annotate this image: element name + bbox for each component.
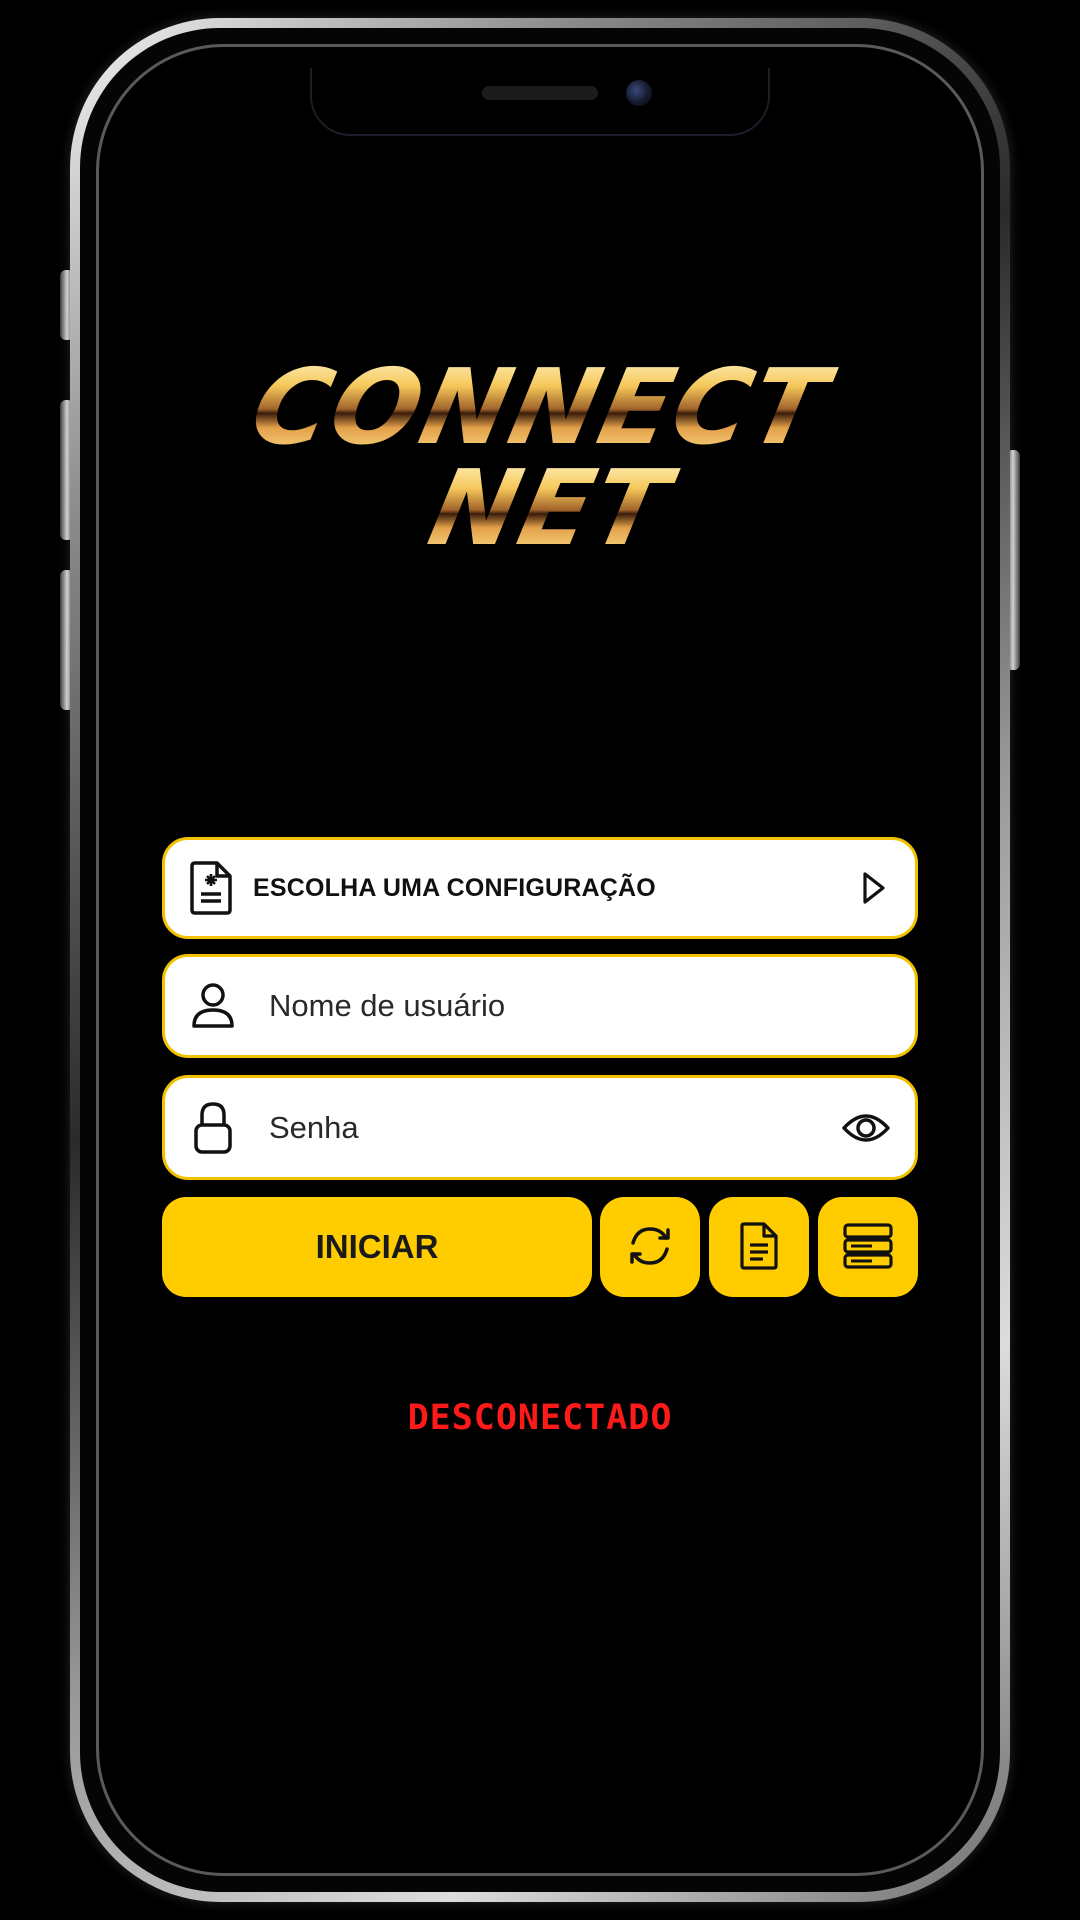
connection-status: DESCONECTADO xyxy=(407,1398,673,1438)
username-input[interactable] xyxy=(269,957,815,1055)
logs-button[interactable] xyxy=(709,1197,809,1297)
document-icon xyxy=(739,1221,779,1274)
eye-icon[interactable] xyxy=(841,1110,891,1146)
password-field[interactable] xyxy=(162,1075,918,1180)
config-file-icon xyxy=(189,860,233,916)
earpiece-speaker xyxy=(482,86,598,100)
app-logo: CONNECT NET xyxy=(230,346,850,569)
start-button[interactable]: INICIAR xyxy=(162,1197,592,1297)
password-input[interactable] xyxy=(269,1078,815,1177)
config-selector[interactable]: ESCOLHA UMA CONFIGURAÇÃO xyxy=(162,837,918,939)
username-field[interactable] xyxy=(162,954,918,1058)
phone-notch xyxy=(310,68,770,136)
server-icon xyxy=(842,1222,894,1273)
front-camera xyxy=(626,80,652,106)
logo-line-1: CONNECT xyxy=(219,346,861,468)
refresh-button[interactable] xyxy=(600,1197,700,1297)
servers-button[interactable] xyxy=(818,1197,918,1297)
user-icon xyxy=(191,982,235,1030)
play-arrow-icon[interactable] xyxy=(861,871,887,905)
logo-line-2: NET xyxy=(240,447,861,569)
refresh-icon xyxy=(625,1223,675,1272)
lock-icon xyxy=(193,1101,233,1155)
config-selector-label: ESCOLHA UMA CONFIGURAÇÃO xyxy=(253,873,656,902)
